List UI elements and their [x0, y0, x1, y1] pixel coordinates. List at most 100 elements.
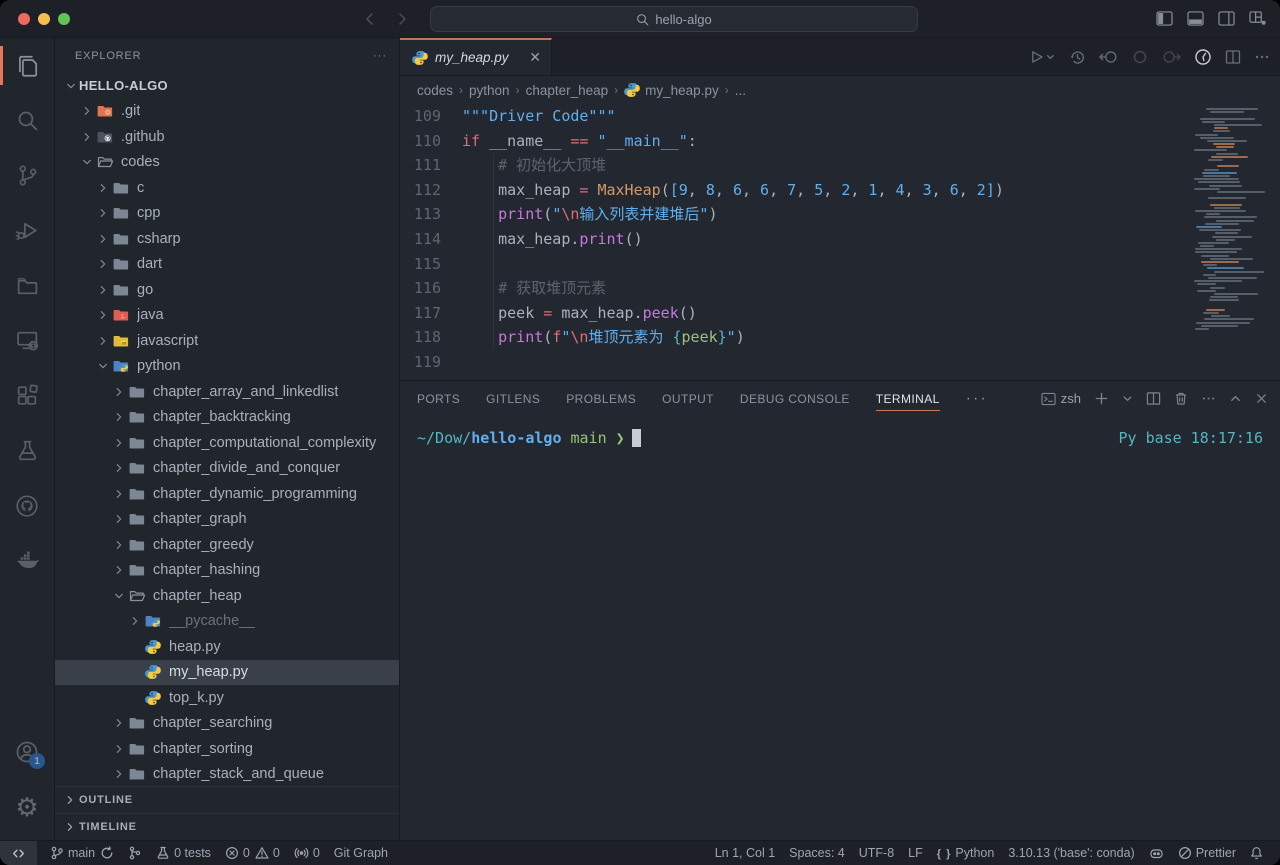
tree-item-chapter-dynamic-programming[interactable]: chapter_dynamic_programming — [55, 481, 399, 507]
activity-accounts[interactable]: 1 — [0, 724, 54, 779]
status-ports-forwarded[interactable]: 0 — [287, 841, 327, 865]
close-tab-icon[interactable]: ✕ — [529, 49, 541, 66]
tree-item-top-k-py[interactable]: top_k.py — [55, 685, 399, 711]
breadcrumb-item[interactable]: chapter_heap — [526, 83, 609, 98]
activity-source-control[interactable] — [0, 148, 54, 203]
breadcrumb-item[interactable]: ... — [735, 83, 746, 98]
minimap[interactable] — [1194, 108, 1272, 331]
status-problems[interactable]: 00 — [218, 841, 287, 865]
step-back-icon[interactable] — [1099, 49, 1119, 65]
panel-more-icon[interactable] — [1201, 391, 1216, 406]
tree-item-chapter-sorting[interactable]: chapter_sorting — [55, 736, 399, 762]
shell-label[interactable]: zsh — [1041, 391, 1081, 406]
tree-item-chapter-searching[interactable]: chapter_searching — [55, 711, 399, 737]
panel-tab-ports[interactable]: PORTS — [417, 381, 460, 416]
activity-remote-explorer[interactable] — [0, 313, 54, 368]
activity-docker[interactable] — [0, 533, 54, 588]
tree-item-java[interactable]: java — [55, 303, 399, 329]
explorer-more-actions-icon[interactable]: ··· — [373, 50, 387, 62]
tree-item-cpp[interactable]: cpp — [55, 201, 399, 227]
panel-tab-gitlens[interactable]: GITLENS — [486, 381, 540, 416]
navigate-back-icon[interactable] — [362, 11, 378, 27]
activity-project-folder[interactable] — [0, 258, 54, 313]
toggle-primary-sidebar-icon[interactable] — [1156, 11, 1173, 26]
terminal[interactable]: ~/Dow/hello-algo main ❯ Py base 18:17:16 — [400, 416, 1280, 840]
status-git-graph-label[interactable]: Git Graph — [327, 841, 395, 865]
new-terminal-icon[interactable] — [1094, 391, 1109, 406]
status-copilot[interactable] — [1142, 841, 1171, 865]
terminal-dropdown-icon[interactable] — [1122, 393, 1133, 404]
status-eol[interactable]: LF — [901, 841, 930, 865]
panel-tab-output[interactable]: OUTPUT — [662, 381, 714, 416]
tree-item-my-heap-py[interactable]: my_heap.py — [55, 660, 399, 686]
status-prettier[interactable]: Prettier — [1171, 841, 1243, 865]
tree-item-chapter-stack-and-queue[interactable]: chapter_stack_and_queue — [55, 762, 399, 787]
tree-item-chapter-backtracking[interactable]: chapter_backtracking — [55, 405, 399, 431]
tree-item-python[interactable]: python — [55, 354, 399, 380]
activity-explorer[interactable] — [0, 38, 54, 93]
more-actions-icon[interactable] — [1254, 49, 1270, 65]
split-editor-icon[interactable] — [1225, 49, 1241, 65]
breadcrumb-item[interactable]: codes — [417, 83, 453, 98]
tree-item-chapter-graph[interactable]: chapter_graph — [55, 507, 399, 533]
toggle-secondary-sidebar-icon[interactable] — [1218, 11, 1235, 26]
toggle-panel-icon[interactable] — [1187, 11, 1204, 26]
activity-extensions[interactable] — [0, 368, 54, 423]
navigate-forward-icon[interactable] — [394, 11, 410, 27]
split-terminal-icon[interactable] — [1146, 391, 1161, 406]
maximize-window-button[interactable] — [58, 13, 70, 25]
tree-item-chapter-hashing[interactable]: chapter_hashing — [55, 558, 399, 584]
activity-search[interactable] — [0, 93, 54, 148]
panel-tab-problems[interactable]: PROBLEMS — [566, 381, 636, 416]
tree-item-chapter-heap[interactable]: chapter_heap — [55, 583, 399, 609]
close-panel-icon[interactable] — [1255, 392, 1268, 405]
step-over-icon[interactable] — [1161, 49, 1181, 65]
run-button[interactable] — [1030, 49, 1056, 65]
minimize-window-button[interactable] — [38, 13, 50, 25]
tree-item-chapter-greedy[interactable]: chapter_greedy — [55, 532, 399, 558]
outline-section[interactable]: OUTLINE — [55, 786, 399, 813]
tree-item-chapter-divide-and-conquer[interactable]: chapter_divide_and_conquer — [55, 456, 399, 482]
tree-item--github[interactable]: .github — [55, 124, 399, 150]
run-timer-icon[interactable] — [1194, 48, 1212, 66]
status-remote-indicator[interactable] — [0, 841, 37, 865]
tab-my-heap-py[interactable]: my_heap.py ✕ — [400, 38, 552, 75]
close-window-button[interactable] — [18, 13, 30, 25]
tree-item-heap-py[interactable]: heap.py — [55, 634, 399, 660]
kill-terminal-icon[interactable] — [1174, 391, 1188, 406]
status-git-graph-button[interactable] — [121, 841, 149, 865]
maximize-panel-icon[interactable] — [1229, 392, 1242, 405]
status-indentation[interactable]: Spaces: 4 — [782, 841, 852, 865]
activity-github[interactable] — [0, 478, 54, 533]
tree-item-csharp[interactable]: csharp — [55, 226, 399, 252]
status-python-interpreter[interactable]: 3.10.13 ('base': conda) — [1001, 841, 1141, 865]
panel-tab-terminal[interactable]: TERMINAL — [876, 381, 940, 416]
timeline-history-icon[interactable] — [1069, 49, 1086, 66]
tree-item-go[interactable]: go — [55, 277, 399, 303]
status-notifications[interactable] — [1243, 841, 1270, 865]
status-cursor-position[interactable]: Ln 1, Col 1 — [708, 841, 782, 865]
status-tests[interactable]: 0 tests — [149, 841, 218, 865]
status-encoding[interactable]: UTF-8 — [852, 841, 901, 865]
customize-layout-icon[interactable] — [1249, 11, 1266, 26]
tree-item-javascript[interactable]: JSjavascript — [55, 328, 399, 354]
tree-item--pycache-[interactable]: __pycache__ — [55, 609, 399, 635]
tree-item-chapter-array-and-linkedlist[interactable]: chapter_array_and_linkedlist — [55, 379, 399, 405]
breadcrumb-item[interactable]: python — [469, 83, 510, 98]
activity-run-and-debug[interactable] — [0, 203, 54, 258]
status-git-branch[interactable]: main — [43, 841, 121, 865]
tree-item-codes[interactable]: codes — [55, 150, 399, 176]
timeline-section[interactable]: TIMELINE — [55, 813, 399, 840]
tree-item--git[interactable]: .git — [55, 99, 399, 125]
activity-settings[interactable]: ⚙ — [0, 779, 54, 834]
run-state-icon[interactable] — [1132, 49, 1148, 65]
activity-testing[interactable] — [0, 423, 54, 478]
breadcrumb-item[interactable]: my_heap.py — [624, 82, 719, 98]
tree-item-dart[interactable]: dart — [55, 252, 399, 278]
code-editor[interactable]: 109"""Driver Code"""110if __name__ == "_… — [400, 104, 1280, 380]
panel-tabs-more-icon[interactable]: ··· — [966, 390, 988, 408]
panel-tab-debug-console[interactable]: DEBUG CONSOLE — [740, 381, 850, 416]
tree-item-c[interactable]: c — [55, 175, 399, 201]
command-center-search[interactable]: hello-algo — [430, 6, 918, 32]
tree-item-hello-algo[interactable]: HELLO-ALGO — [55, 73, 399, 99]
